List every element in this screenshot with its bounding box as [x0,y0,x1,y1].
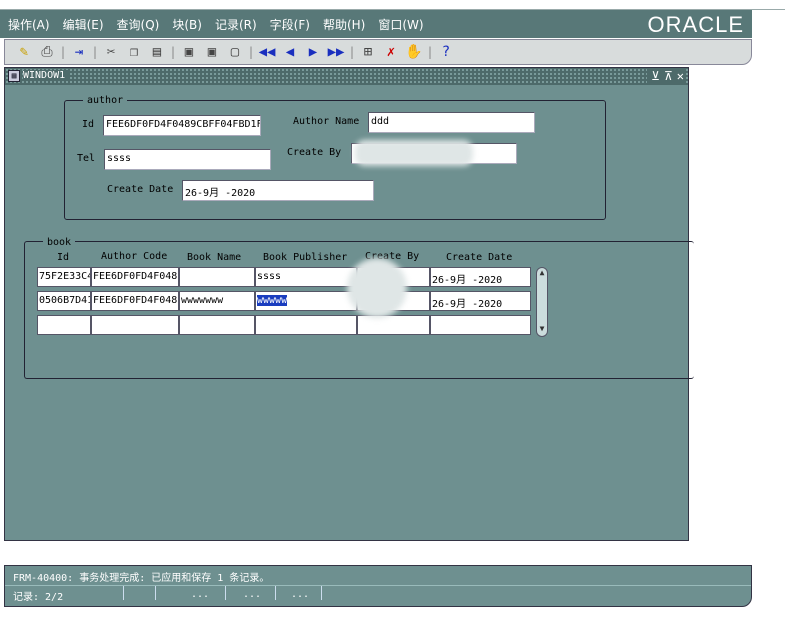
status-slot: ... [291,589,310,600]
status-separator [225,586,226,600]
oracle-logo: ORACLE [647,12,744,37]
table-cell[interactable]: 0506B7D41 [37,291,91,311]
menu-block[interactable]: 块(B) [172,16,202,33]
vertical-scrollbar[interactable]: ▲ ▼ [536,267,548,337]
table-cell[interactable] [255,315,357,335]
status-separator [321,586,322,600]
exit-icon[interactable]: ⇥ [68,42,90,62]
redaction-blur [355,140,473,166]
cancel-query-icon[interactable]: ▢ [224,42,246,62]
status-separator [155,586,156,600]
menu-help[interactable]: 帮助(H) [323,16,365,33]
author-id-field[interactable]: FEE6DF0FD4F0489CBFF04FBD1F [103,115,261,136]
status-slot: ... [191,589,210,600]
menu-record[interactable]: 记录(R) [215,16,257,33]
create-date-label: Create Date [107,184,174,195]
create-date-field[interactable]: 26-9月 -2020 [182,180,374,201]
save-icon[interactable]: ✎ [13,42,35,62]
last-record-icon[interactable]: ▶▶ [325,42,347,62]
column-header-id: Id [57,252,70,263]
lock-record-icon[interactable]: ✋ [403,42,425,62]
author-name-label: Author Name [293,116,360,127]
status-bar: FRM-40400: 事务处理完成: 已应用和保存 1 条记录。 记录: 2/2… [4,565,752,607]
author-name-field[interactable]: ddd [368,112,535,133]
scroll-down-icon[interactable]: ▼ [537,324,547,336]
column-header-book-name: Book Name [187,252,242,263]
scroll-up-icon[interactable]: ▲ [537,268,547,280]
insert-record-icon[interactable]: ⊞ [357,42,379,62]
table-cell[interactable]: wwwwwww [179,291,255,311]
menu-action[interactable]: 操作(A) [8,16,50,33]
toolbar: ✎ ⎙ | ⇥ | ✂ ❐ ▤ | ▣ ▣ ▢ | ◀◀ ◀ ▶ ▶▶ | ⊞ … [4,39,752,65]
redaction-blur [347,258,407,318]
window-icon: ▦ [8,70,20,82]
close-icon[interactable]: ✕ [677,69,684,83]
previous-record-icon[interactable]: ◀ [279,42,301,62]
table-cell[interactable] [37,315,91,335]
window-titlebar[interactable]: ▦ WINDOW1 ⊻ ⊼ ✕ [5,68,688,85]
first-record-icon[interactable]: ◀◀ [256,42,278,62]
menu-query[interactable]: 查询(Q) [117,16,160,33]
enter-query-icon[interactable]: ▣ [178,42,200,62]
table-cell[interactable]: ssss [255,267,357,287]
cut-icon[interactable]: ✂ [100,42,122,62]
menu-bar: 操作(A) 编辑(E) 查询(Q) 块(B) 记录(R) 字段(F) 帮助(H)… [0,10,752,38]
column-header-author-code: Author Code [101,251,168,262]
menu-window[interactable]: 窗口(W) [378,16,423,33]
print-icon[interactable]: ⎙ [36,42,58,62]
table-cell[interactable] [357,315,430,335]
form-window: ▦ WINDOW1 ⊻ ⊼ ✕ author Id FEE6DF0FD4F048… [4,67,694,541]
table-cell[interactable] [179,315,255,335]
status-slot: ... [243,589,262,600]
table-cell[interactable]: 75F2E33C4 [37,267,91,287]
toolbar-separator: | [247,45,255,59]
selected-text: wwwww [257,295,288,306]
next-record-icon[interactable]: ▶ [302,42,324,62]
tel-field[interactable]: ssss [104,149,271,170]
window-title: WINDOW1 [23,70,70,81]
table-cell[interactable]: 26-9月 -2020 [430,291,531,311]
table-cell-active[interactable]: wwwww [255,291,357,311]
status-separator [275,586,276,600]
execute-query-icon[interactable]: ▣ [201,42,223,62]
copy-icon[interactable]: ❐ [123,42,145,62]
tel-label: Tel [77,153,96,164]
minimize-icon[interactable]: ⊻ [651,69,660,83]
record-indicator: 记录: 2/2 [13,592,64,603]
menu-edit[interactable]: 编辑(E) [63,16,104,33]
table-cell[interactable]: FEE6DF0FD4F048! [91,267,179,287]
menu-field[interactable]: 字段(F) [270,16,310,33]
book-frame-title: book [43,237,76,248]
table-cell[interactable]: 26-9月 -2020 [430,267,531,287]
help-icon[interactable]: ? [435,42,457,62]
column-header-book-publisher: Book Publisher [263,252,348,263]
table-cell[interactable] [91,315,179,335]
maximize-icon[interactable]: ⊼ [664,69,673,83]
delete-record-icon[interactable]: ✗ [380,42,402,62]
id-label: Id [82,119,95,130]
status-divider [5,585,751,586]
toolbar-separator: | [348,45,356,59]
table-cell[interactable]: FEE6DF0FD4F048! [91,291,179,311]
toolbar-separator: | [91,45,99,59]
toolbar-separator: | [426,45,434,59]
create-by-label: Create By [287,147,342,158]
table-cell[interactable] [430,315,531,335]
toolbar-separator: | [59,45,67,59]
column-header-create-date: Create Date [446,252,513,263]
author-frame-title: author [83,95,128,106]
status-separator [123,586,124,600]
table-cell[interactable] [179,267,255,287]
status-message: FRM-40400: 事务处理完成: 已应用和保存 1 条记录。 [13,573,270,584]
toolbar-separator: | [169,45,177,59]
paste-icon[interactable]: ▤ [146,42,168,62]
